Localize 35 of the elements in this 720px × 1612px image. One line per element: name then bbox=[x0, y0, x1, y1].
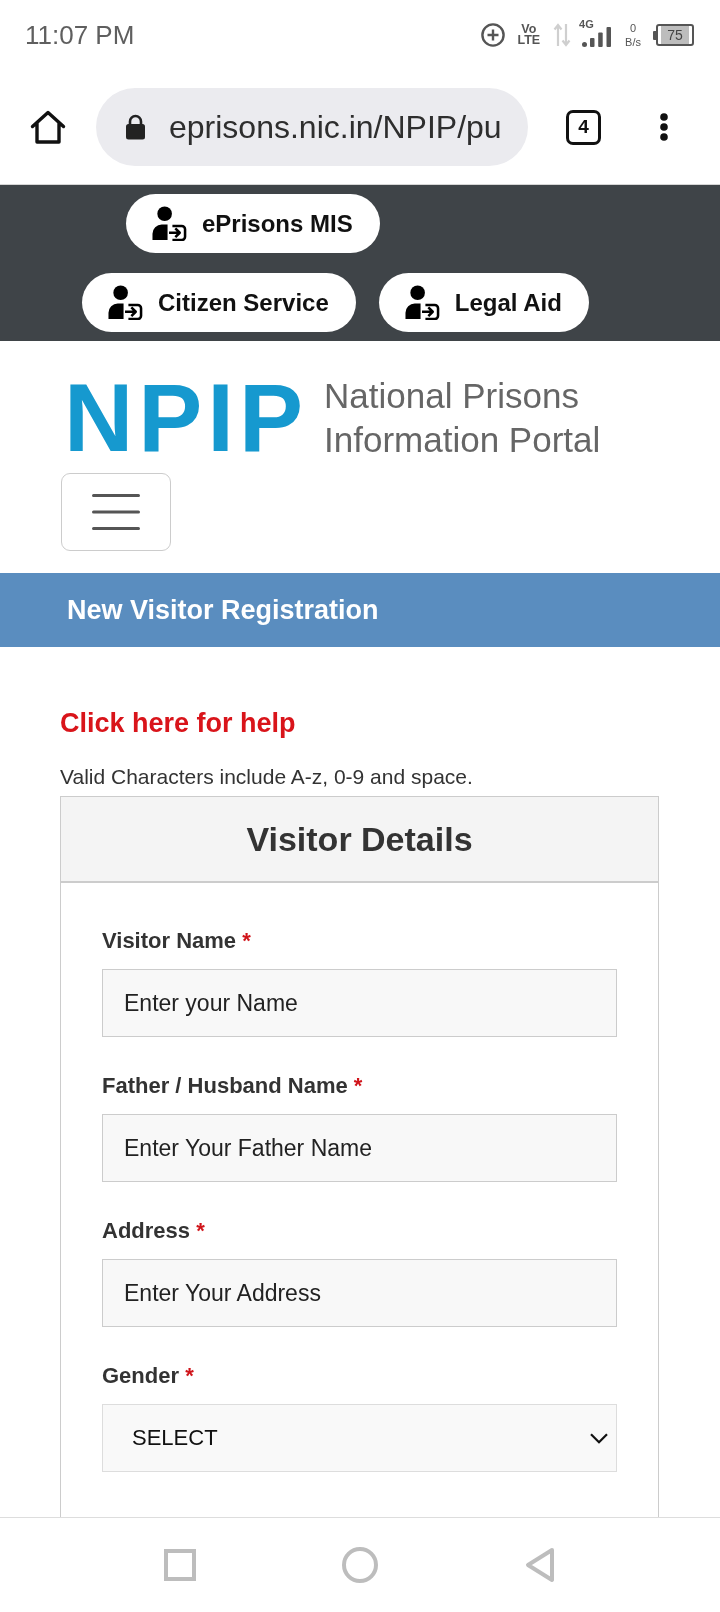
network-speed-text: 0 B/s bbox=[625, 21, 641, 49]
person-login-icon bbox=[108, 285, 143, 320]
circle-plus-icon bbox=[481, 23, 506, 47]
signal-bars-icon bbox=[582, 27, 613, 47]
network-type-text: 4G bbox=[579, 19, 594, 30]
status-time: 11:07 PM bbox=[25, 19, 135, 51]
data-arrows-icon bbox=[553, 23, 572, 47]
menu-icon bbox=[92, 494, 140, 530]
select-field[interactable]: SELECT bbox=[102, 1404, 617, 1472]
battery-indicator: 75 bbox=[653, 24, 694, 46]
field-label: Address * bbox=[102, 1217, 205, 1245]
field-label: Father / Husband Name * bbox=[102, 1072, 363, 1100]
page-title-bar: New Visitor Registration bbox=[0, 573, 720, 647]
lock-icon bbox=[125, 114, 146, 140]
field-label: Visitor Name * bbox=[102, 927, 251, 955]
nav-button[interactable]: ePrisons MIS bbox=[126, 194, 380, 253]
hint-text: Valid Characters include A-z, 0-9 and space. bbox=[60, 764, 473, 790]
more-options-icon[interactable] bbox=[660, 113, 668, 141]
person-login-icon bbox=[152, 206, 187, 241]
text-input[interactable]: Enter Your Address bbox=[102, 1259, 617, 1327]
card-header: Visitor Details bbox=[61, 797, 658, 883]
help-link[interactable]: Click here for help bbox=[60, 706, 296, 740]
nav-button[interactable]: Legal Aid bbox=[378, 273, 589, 332]
menu-button[interactable] bbox=[61, 473, 171, 551]
chevron-down-icon bbox=[590, 1432, 608, 1444]
site-title: National Prisons Information Portal bbox=[324, 375, 602, 461]
field-label: Gender * bbox=[102, 1362, 194, 1390]
nav-button[interactable]: Citizen Service bbox=[82, 273, 356, 332]
tab-count-button[interactable]: 4 bbox=[566, 109, 601, 145]
home-icon[interactable] bbox=[30, 109, 66, 145]
text-input[interactable]: Enter Your Father Name bbox=[102, 1114, 617, 1182]
volte-indicator: Vo LTE bbox=[517, 24, 541, 46]
address-bar[interactable]: eprisons.nic.in/NPIP/pu bbox=[96, 88, 528, 166]
person-login-icon bbox=[404, 285, 440, 320]
text-input[interactable]: Enter your Name bbox=[102, 969, 617, 1037]
